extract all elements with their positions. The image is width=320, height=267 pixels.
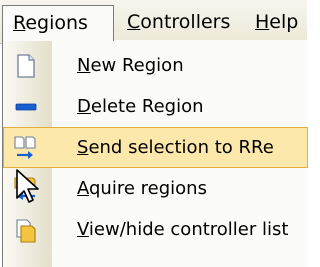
menu-item-text: ew Region — [90, 55, 184, 76]
menu-item-label: Send selection to RRe — [77, 128, 274, 167]
new-document-icon — [13, 53, 39, 79]
menu-item-mnemonic: S — [77, 137, 89, 158]
send-selection-icon — [13, 135, 39, 161]
menu-item-text: iew/hide controller list — [88, 219, 289, 240]
menu-item-new-region[interactable]: New Region — [3, 45, 308, 86]
menu-item-label: Aquire regions — [77, 168, 207, 209]
regions-dropdown: New Region Delete Region Send selection … — [2, 40, 308, 267]
menu-controllers-mnemonic: C — [127, 11, 141, 33]
menu-item-aquire-regions[interactable]: Aquire regions — [3, 168, 308, 209]
menu-regions-label: egions — [25, 12, 88, 34]
menu-regions[interactable]: Regions — [2, 5, 114, 41]
menu-item-mnemonic: N — [77, 55, 91, 76]
menu-item-label: New Region — [77, 45, 184, 86]
menu-help-mnemonic: H — [255, 11, 270, 33]
menu-item-text: end selection to RRe — [88, 137, 274, 158]
menu-item-text: elete Region — [90, 96, 204, 117]
menu-item-label: View/hide controller list — [77, 209, 288, 250]
menu-controllers-label: ontrollers — [140, 11, 231, 33]
menu-item-mnemonic: D — [77, 96, 91, 117]
menu-bar: Regions Controllers Help — [0, 0, 307, 44]
menu-item-send-selection[interactable]: Send selection to RRe — [3, 127, 308, 168]
delete-dash-icon — [13, 94, 39, 120]
menu-help[interactable]: Help — [245, 5, 308, 41]
menu-regions-mnemonic: R — [13, 12, 26, 34]
menu-item-mnemonic: V — [77, 219, 89, 240]
menu-item-delete-region[interactable]: Delete Region — [3, 86, 308, 127]
menu-controllers[interactable]: Controllers — [117, 5, 240, 41]
menu-item-view-hide-controller-list[interactable]: View/hide controller list — [3, 209, 308, 250]
menu-item-text: quire regions — [89, 178, 207, 199]
mouse-pointer-icon — [14, 168, 44, 206]
menu-help-label: elp — [269, 11, 299, 33]
menu-item-label: Delete Region — [77, 86, 204, 127]
menu-item-mnemonic: A — [77, 178, 89, 199]
controller-list-icon — [13, 217, 39, 243]
